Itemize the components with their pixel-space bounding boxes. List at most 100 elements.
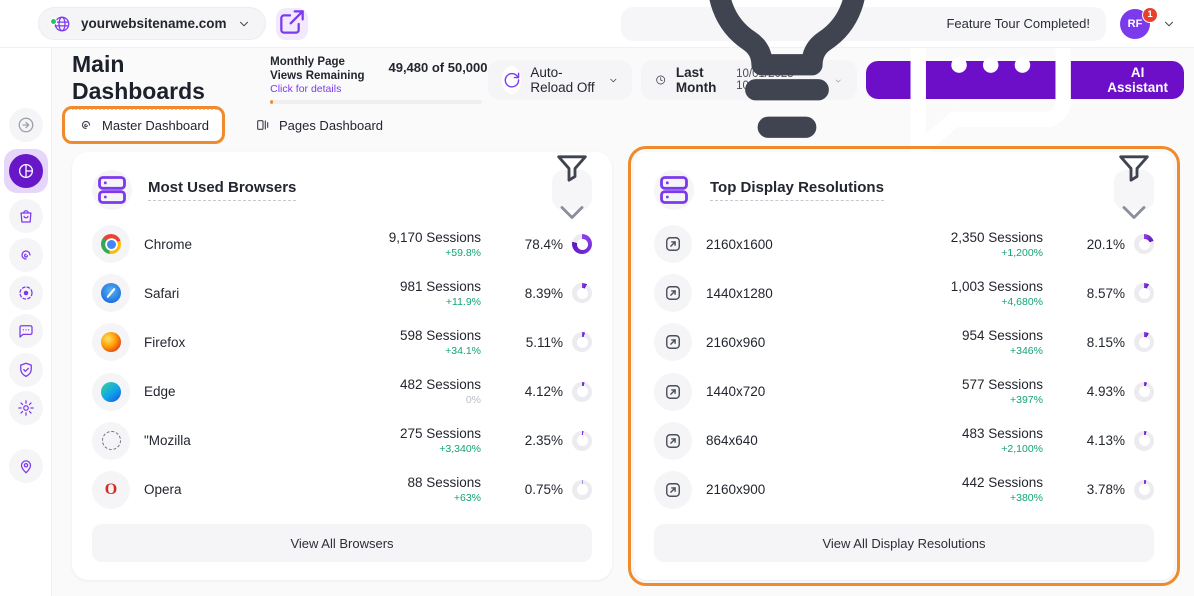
row-label: Opera: [144, 482, 304, 497]
avatar-initials: RF: [1128, 18, 1143, 30]
sessions-value: 483 Sessions: [962, 426, 1043, 441]
tab-label: Master Dashboard: [102, 118, 209, 133]
delta-value: +1,200%: [1001, 247, 1043, 259]
percent-value: 78.4%: [519, 237, 563, 252]
sidebar-item-location-pin[interactable]: [9, 449, 43, 483]
percent-value: 4.12%: [519, 384, 563, 399]
feature-tour-pill[interactable]: Feature Tour Completed!: [621, 7, 1106, 41]
page-title: Main Dashboards: [72, 51, 220, 110]
percent-block: 4.13%: [1081, 431, 1154, 451]
view-all-resolutions-button[interactable]: View All Display Resolutions: [654, 524, 1154, 562]
auto-reload-dropdown[interactable]: Auto-Reload Off: [488, 60, 633, 100]
list-item[interactable]: "Mozilla275 Sessions+3,340%2.35%: [92, 419, 592, 463]
row-label: "Mozilla: [144, 433, 304, 448]
list-item[interactable]: Chrome9,170 Sessions+59.8%78.4%: [92, 222, 592, 266]
list-item[interactable]: Safari981 Sessions+11.9%8.39%: [92, 271, 592, 315]
list-item[interactable]: 2160x16002,350 Sessions+1,200%20.1%: [654, 222, 1154, 266]
list-item[interactable]: 2160x960954 Sessions+346%8.15%: [654, 320, 1154, 364]
chat-icon: [17, 322, 35, 340]
sessions-block: 981 Sessions+11.9%: [304, 279, 519, 308]
quota-details-link[interactable]: Click for details: [270, 83, 378, 95]
tab-master-dashboard[interactable]: Master Dashboard: [66, 110, 221, 140]
ai-assistant-label: AI Assistant: [1107, 65, 1168, 95]
sessions-value: 9,170 Sessions: [389, 230, 481, 245]
delta-value: +11.9%: [446, 296, 481, 308]
sidebar-item-screen-record[interactable]: [9, 276, 43, 310]
firefox-icon: [92, 323, 130, 361]
row-label: 2160x960: [706, 335, 866, 350]
settings-gear-icon: [17, 399, 35, 417]
percent-value: 5.11%: [519, 335, 563, 350]
sessions-value: 2,350 Sessions: [951, 230, 1043, 245]
delta-value: +59.8%: [445, 247, 481, 259]
row-label: Safari: [144, 286, 304, 301]
delta-value: +63%: [454, 492, 481, 504]
row-label: 1440x720: [706, 384, 866, 399]
percent-value: 4.13%: [1081, 433, 1125, 448]
website-name: yourwebsitename.com: [81, 16, 227, 31]
filter-icon: [552, 147, 592, 190]
percent-block: 78.4%: [519, 234, 592, 254]
opera-icon: O: [92, 471, 130, 509]
arrow-right-circle-icon: [17, 116, 35, 134]
sidebar-item-arrow-right-circle[interactable]: [9, 108, 43, 142]
sessions-block: 88 Sessions+63%: [304, 475, 519, 504]
card-top-display-resolutions: Top Display Resolutions 2160x16002,350 S…: [634, 152, 1174, 580]
list-item[interactable]: 1440x12801,003 Sessions+4,680%8.57%: [654, 271, 1154, 315]
view-all-browsers-button[interactable]: View All Browsers: [92, 524, 592, 562]
sessions-block: 1,003 Sessions+4,680%: [866, 279, 1081, 308]
donut-chart: [1134, 431, 1154, 451]
sessions-value: 954 Sessions: [962, 328, 1043, 343]
shield-check-icon: [17, 361, 35, 379]
percent-value: 2.35%: [519, 433, 563, 448]
chrome-icon: [92, 225, 130, 263]
resolution-icon: [654, 373, 692, 411]
delta-value: +4,680%: [1001, 296, 1043, 308]
donut-chart: [572, 234, 592, 254]
tab-label: Pages Dashboard: [279, 118, 383, 133]
percent-value: 8.39%: [519, 286, 563, 301]
list-item[interactable]: O Opera88 Sessions+63%0.75%: [92, 468, 592, 512]
user-menu[interactable]: RF 1: [1120, 9, 1184, 39]
sessions-block: 442 Sessions+380%: [866, 475, 1081, 504]
row-label: 2160x1600: [706, 237, 866, 252]
quota-progress-bar: [270, 100, 482, 104]
sidebar-item-chat[interactable]: [9, 314, 43, 348]
row-label: Firefox: [144, 335, 304, 350]
chevron-down-icon: [608, 73, 619, 88]
safari-icon: [92, 274, 130, 312]
donut-chart: [572, 283, 592, 303]
delta-value: +346%: [1010, 345, 1043, 357]
sidebar-item-shopping-bag[interactable]: [9, 199, 43, 233]
list-item[interactable]: Firefox598 Sessions+34.1%5.11%: [92, 320, 592, 364]
dashboard-pie-icon: [17, 162, 35, 180]
sidebar-item-settings-gear[interactable]: [9, 391, 43, 425]
browsers-list: Chrome9,170 Sessions+59.8%78.4%Safari981…: [92, 212, 592, 524]
sessions-block: 483 Sessions +2,100%: [866, 426, 1081, 455]
percent-value: 0.75%: [519, 482, 563, 497]
online-status-dot: [50, 18, 57, 25]
filter-button[interactable]: [552, 170, 592, 210]
delta-value: +2,100%: [1001, 443, 1043, 455]
sidebar-item-shield-check[interactable]: [9, 353, 43, 387]
tab-pages-dashboard[interactable]: Pages Dashboard: [243, 110, 395, 140]
chevron-down-icon: [237, 17, 251, 31]
sidebar: [0, 48, 52, 596]
website-selector[interactable]: yourwebsitename.com: [38, 7, 266, 40]
row-label: Edge: [144, 384, 304, 399]
list-item[interactable]: 864x640483 Sessions+2,100%4.13%: [654, 419, 1154, 463]
filter-button[interactable]: [1114, 170, 1154, 210]
card-title: Most Used Browsers: [148, 179, 296, 201]
delta-value: 0%: [466, 394, 481, 406]
list-item[interactable]: 1440x720577 Sessions+397%4.93%: [654, 370, 1154, 414]
sidebar-item-dashboard-pie[interactable]: [9, 154, 43, 188]
donut-chart: [1134, 283, 1154, 303]
chevron-down-icon: [1162, 17, 1176, 31]
list-item[interactable]: 2160x900442 Sessions+380%3.78%: [654, 468, 1154, 512]
card-most-used-browsers: Most Used Browsers Chrome9,170 Sessions+…: [72, 152, 612, 580]
open-website-button[interactable]: [276, 8, 308, 40]
sidebar-item-spiral[interactable]: [9, 238, 43, 272]
percent-block: 4.93%: [1081, 382, 1154, 402]
resolution-icon: [654, 323, 692, 361]
list-item[interactable]: Edge482 Sessions0%4.12%: [92, 370, 592, 414]
